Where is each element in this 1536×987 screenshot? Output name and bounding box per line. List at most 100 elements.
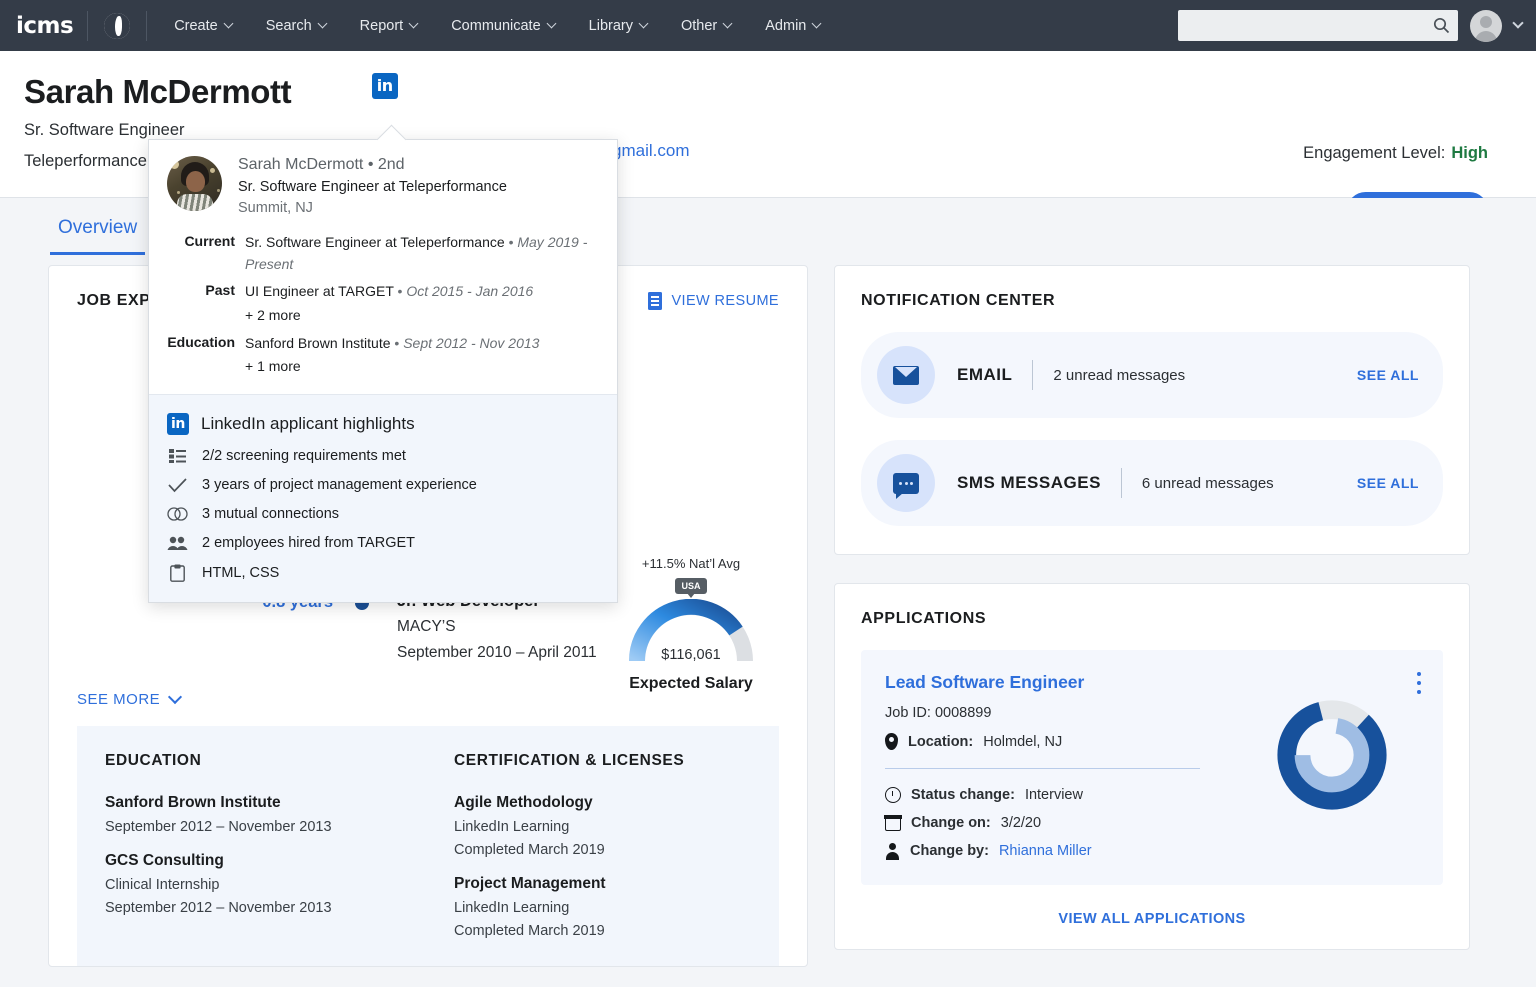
nav-label-other: Other (681, 18, 717, 34)
application-changeby-row: Change by: Rhianna Miller (885, 843, 1417, 859)
linkedin-education-more[interactable]: + 1 more (245, 356, 539, 378)
expected-salary-gauge: +11.5% Nat’l Avg USA (601, 556, 781, 693)
linkedin-row-label: Current (167, 232, 245, 275)
nav-item-search[interactable]: Search (249, 10, 343, 42)
nav-item-communicate[interactable]: Communicate (434, 10, 571, 42)
change-on-label: Change on: (911, 815, 991, 831)
linkedin-detail-grid: Current Sr. Software Engineer at Teleper… (167, 232, 601, 378)
salary-region-pill: USA (675, 578, 706, 594)
location-pin-icon (885, 733, 898, 750)
location-value: Holmdel, NJ (983, 734, 1062, 750)
notification-center-card: NOTIFICATION CENTER EMAIL 2 unread messa… (834, 265, 1470, 555)
linkedin-glyph: in (377, 78, 393, 94)
linkedin-identity-row: Sarah McDermott • 2nd Sr. Software Engin… (167, 156, 601, 216)
certifications-heading: CERTIFICATION & LICENSES (454, 752, 751, 770)
chevron-down-icon (546, 19, 556, 29)
global-search-box[interactable] (1178, 10, 1458, 41)
tab-overview[interactable]: Overview (50, 217, 145, 255)
nav-item-library[interactable]: Library (572, 10, 664, 42)
application-progress-donut (1273, 696, 1391, 814)
calendar-icon (885, 816, 901, 831)
view-resume-label: VIEW RESUME (671, 293, 779, 309)
engagement-label: Engagement Level: (1303, 144, 1445, 162)
venn-icon (167, 507, 188, 521)
education-certifications-block: EDUCATION Sanford Brown Institute Septem… (77, 726, 779, 966)
leaf-logo-icon[interactable] (104, 13, 130, 39)
status-label: Status change: (911, 787, 1015, 803)
application-changeon-row: Change on: 3/2/20 (885, 815, 1417, 831)
linkedin-row-value: Sanford Brown Institute • Sept 2012 - No… (245, 333, 539, 378)
notification-row-sms[interactable]: SMS MESSAGES 6 unread messages SEE ALL (861, 440, 1443, 526)
person-icon (885, 843, 900, 859)
document-icon (648, 292, 662, 310)
nav-item-create[interactable]: Create (157, 10, 249, 42)
nav-item-report[interactable]: Report (343, 10, 435, 42)
certification-completed: Completed March 2019 (454, 842, 751, 858)
avatar (167, 156, 222, 211)
education-program: Clinical Internship (105, 877, 428, 893)
education-entry: GCS Consulting Clinical Internship Septe… (105, 852, 428, 916)
notification-row-email[interactable]: EMAIL 2 unread messages SEE ALL (861, 332, 1443, 418)
nav-label-library: Library (589, 18, 633, 34)
applications-title: APPLICATIONS (861, 610, 1443, 628)
view-resume-button[interactable]: VIEW RESUME (648, 292, 779, 310)
linkedin-icon[interactable]: in (372, 73, 398, 99)
linkedin-row-value: Sr. Software Engineer at Teleperformance… (245, 232, 601, 275)
nav-menu: Create Search Report Communicate Library… (157, 10, 837, 42)
page-title: Sarah McDermott (24, 73, 291, 111)
chevron-down-icon (812, 19, 822, 29)
nav-item-admin[interactable]: Admin (748, 10, 837, 42)
nav-label-create: Create (174, 18, 218, 34)
highlight-item: 3 mutual connections (167, 506, 599, 522)
education-dates: September 2012 – November 2013 (105, 900, 428, 916)
job-id-value: 0008899 (935, 705, 991, 721)
applications-card: APPLICATIONS Lead Software Engineer Job … (834, 583, 1470, 950)
view-all-applications-link[interactable]: VIEW ALL APPLICATIONS (861, 911, 1443, 927)
application-job-title[interactable]: Lead Software Engineer (885, 672, 1417, 693)
timeline-company: MACY’S (397, 618, 597, 636)
linkedin-name-row: Sarah McDermott • 2nd (238, 156, 507, 174)
education-name: GCS Consulting (105, 852, 428, 870)
list-icon (167, 449, 188, 463)
certifications-column: CERTIFICATION & LICENSES Agile Methodolo… (428, 752, 751, 938)
nav-item-other[interactable]: Other (664, 10, 748, 42)
education-dates: September 2012 – November 2013 (105, 819, 428, 835)
user-avatar[interactable] (1470, 10, 1502, 42)
see-more-label: SEE MORE (77, 691, 160, 708)
certification-name: Project Management (454, 875, 751, 893)
more-options-icon[interactable] (1417, 672, 1421, 699)
search-icon[interactable] (1433, 17, 1450, 34)
certification-provider: LinkedIn Learning (454, 819, 751, 835)
salary-national-avg: +11.5% Nat’l Avg (601, 556, 781, 571)
chevron-down-icon (168, 689, 182, 703)
change-by-value[interactable]: Rhianna Miller (999, 843, 1092, 859)
linkedin-past-more[interactable]: + 2 more (245, 305, 533, 327)
job-id-label: Job ID: (885, 705, 931, 721)
divider (1032, 360, 1033, 390)
change-by-label: Change by: (910, 843, 989, 859)
see-all-email-link[interactable]: SEE ALL (1357, 367, 1419, 383)
search-input[interactable] (1186, 18, 1433, 33)
chevron-down-icon (223, 19, 233, 29)
icims-logo[interactable]: icms (10, 13, 87, 39)
linkedin-education-date: Sept 2012 - Nov 2013 (403, 335, 539, 351)
divider (1121, 468, 1122, 498)
clipboard-icon (167, 564, 188, 582)
linkedin-past-row: Past UI Engineer at TARGET • Oct 2015 - … (167, 281, 601, 326)
notification-count: 2 unread messages (1053, 367, 1185, 384)
timeline-dates: September 2010 – April 2011 (397, 644, 597, 662)
education-column: EDUCATION Sanford Brown Institute Septem… (105, 752, 428, 938)
see-all-sms-link[interactable]: SEE ALL (1357, 475, 1419, 491)
linkedin-popup-top: Sarah McDermott • 2nd Sr. Software Engin… (149, 140, 617, 394)
linkedin-highlights-section: in LinkedIn applicant highlights 2/2 scr… (149, 394, 617, 602)
see-more-button[interactable]: SEE MORE (77, 691, 180, 708)
check-icon (167, 478, 188, 493)
chevron-down-icon[interactable] (1512, 17, 1523, 28)
nav-label-admin: Admin (765, 18, 806, 34)
certification-name: Agile Methodology (454, 794, 751, 812)
highlight-item: 2 employees hired from TARGET (167, 535, 599, 551)
divider (885, 768, 1200, 769)
highlight-item: HTML, CSS (167, 564, 599, 582)
highlight-text: 3 mutual connections (202, 506, 339, 522)
linkedin-education-value: Sanford Brown Institute (245, 335, 391, 351)
